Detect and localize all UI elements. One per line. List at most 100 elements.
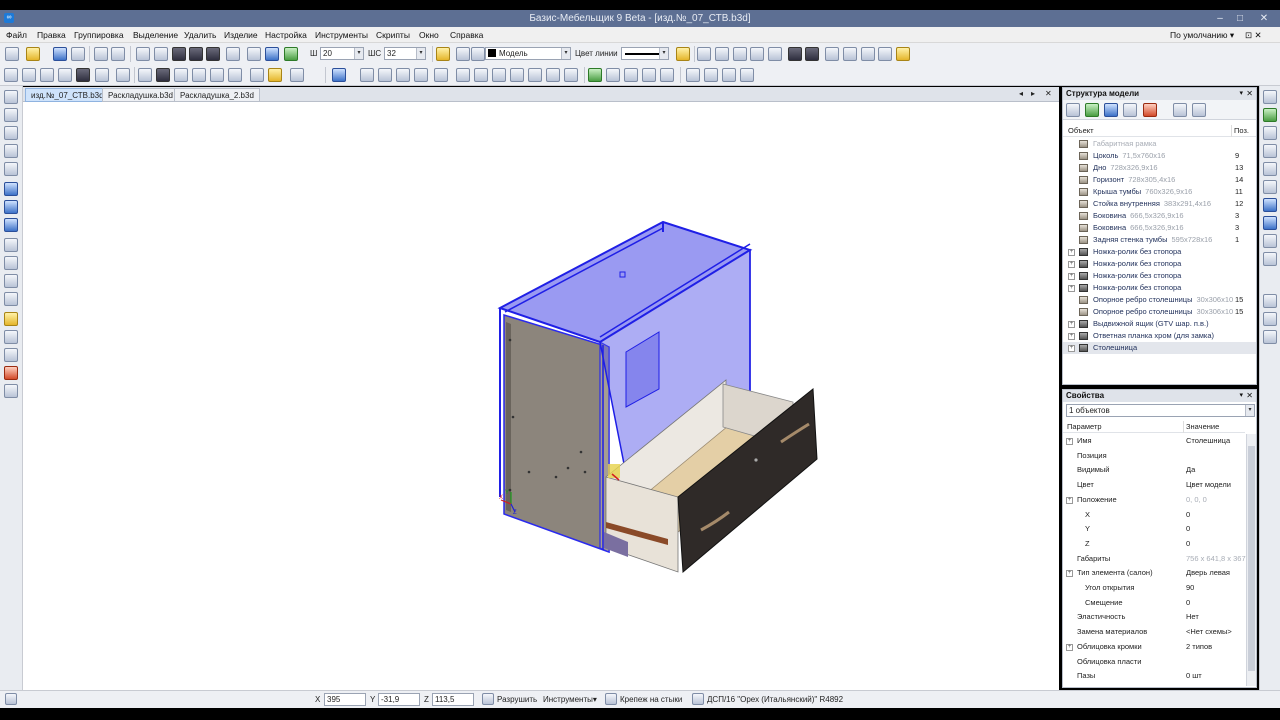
zoom-window-icon[interactable] — [861, 47, 875, 61]
property-row[interactable]: Облицовка пласти — [1063, 655, 1245, 670]
tree-row[interactable]: Дно 728x326,9x16 13 — [1063, 162, 1256, 174]
polyline-tool-icon[interactable] — [378, 68, 392, 82]
property-value[interactable]: Нет — [1186, 610, 1199, 625]
right-tool-6-icon[interactable] — [1263, 180, 1277, 194]
cursor-icon[interactable] — [265, 47, 279, 61]
property-row[interactable]: Пазы 0 шт — [1063, 669, 1245, 684]
property-row[interactable]: Габариты 756 x 641,8 x 367 — [1063, 552, 1246, 567]
bulb-icon[interactable] — [456, 47, 470, 61]
property-value[interactable]: 0 — [1186, 537, 1190, 552]
props-scrollbar[interactable] — [1246, 434, 1256, 686]
panel-tool-1-icon[interactable] — [4, 90, 18, 104]
snap-mid-icon[interactable] — [624, 68, 638, 82]
coord-y-input[interactable]: -31,9 — [378, 693, 420, 706]
cut-icon[interactable] — [697, 47, 711, 61]
step-input[interactable]: 20 ▾ — [320, 47, 364, 60]
right-tool-1-icon[interactable] — [1263, 90, 1277, 104]
property-value[interactable]: 756 x 641,8 x 367 — [1186, 552, 1246, 567]
tree-settings-icon[interactable] — [1066, 103, 1080, 117]
pin-icon[interactable]: ▾ — [1239, 88, 1243, 100]
hint-icon[interactable] — [896, 47, 910, 61]
material-label[interactable]: ДСП/16 "Орех (Итальянский)" R4892 — [707, 695, 843, 704]
dimension-tool-icon[interactable] — [456, 68, 470, 82]
right-tool-11-icon[interactable] — [1263, 294, 1277, 308]
property-row[interactable]: Z0 — [1063, 537, 1245, 552]
property-value[interactable]: Столешница — [1186, 434, 1230, 449]
tree-row[interactable]: + Ножка-ролик без стопора — [1063, 258, 1256, 270]
tree-row[interactable]: Габаритная рамка — [1063, 138, 1256, 150]
view-front-icon[interactable] — [4, 68, 18, 82]
tree-add-icon[interactable] — [1085, 103, 1099, 117]
new-file-icon[interactable] — [5, 47, 19, 61]
line-mode-icon[interactable] — [172, 47, 186, 61]
panel-tool-8-icon[interactable] — [4, 218, 18, 232]
panel-icon[interactable] — [715, 47, 729, 61]
right-tool-10-icon[interactable] — [1263, 252, 1277, 266]
snap-center-icon[interactable] — [642, 68, 656, 82]
grid-step-input[interactable]: 32 ▾ — [384, 47, 426, 60]
trim-tool-icon[interactable] — [564, 68, 578, 82]
panel-tool-17-icon[interactable] — [4, 384, 18, 398]
panel-tool-2-icon[interactable] — [4, 108, 18, 122]
expand-icon[interactable]: + — [1066, 438, 1073, 445]
props-scroll-thumb[interactable] — [1248, 446, 1255, 671]
tree-row[interactable]: + Ножка-ролик без стопора — [1063, 246, 1256, 258]
paint-icon[interactable] — [676, 47, 690, 61]
right-tool-13-icon[interactable] — [1263, 330, 1277, 344]
property-row[interactable]: X0 — [1063, 508, 1245, 523]
menu-tools[interactable]: Инструменты — [315, 30, 368, 40]
tree-edit-icon[interactable] — [1123, 103, 1137, 117]
expand-icon[interactable]: + — [1068, 285, 1075, 292]
line-tool-icon[interactable] — [360, 68, 374, 82]
render-wire-icon[interactable] — [174, 68, 188, 82]
sum-icon[interactable] — [750, 47, 764, 61]
zoom-in-icon[interactable] — [704, 68, 718, 82]
menu-product[interactable]: Изделие — [224, 30, 258, 40]
table-icon[interactable] — [843, 47, 857, 61]
right-tool-3-icon[interactable] — [1263, 126, 1277, 140]
render-solid-icon[interactable] — [138, 68, 152, 82]
line-style-select[interactable]: ▾ — [621, 47, 669, 60]
tree-row[interactable]: Боковина 666,5x326,9x16 3 — [1063, 210, 1256, 222]
tab-doc-3[interactable]: Раскладушка_2.b3d — [174, 88, 260, 102]
layout-preset-dropdown[interactable]: По умолчанию ▾ — [1170, 30, 1234, 41]
lock-icon[interactable] — [471, 47, 485, 61]
menu-settings[interactable]: Настройка — [265, 30, 307, 40]
script-edit-icon[interactable] — [805, 47, 819, 61]
right-tool-8-icon[interactable] — [1263, 216, 1277, 230]
close-panel-icon[interactable]: ✕ — [1246, 88, 1253, 100]
expand-icon[interactable]: + — [1068, 273, 1075, 280]
property-value[interactable]: 0 — [1186, 522, 1190, 537]
tree-row[interactable]: Опорное ребро столешницы 30x306x10 15 — [1063, 294, 1256, 306]
tree-row[interactable]: + Столешница — [1063, 342, 1256, 354]
tree-visibility-icon[interactable] — [1192, 103, 1206, 117]
property-value[interactable]: Дверь левая — [1186, 566, 1230, 581]
close-panel-icon[interactable]: ✕ — [1246, 390, 1253, 402]
property-value[interactable]: Цвет модели — [1186, 478, 1231, 493]
panel-tool-4-icon[interactable] — [4, 144, 18, 158]
property-row[interactable]: Y0 — [1063, 522, 1245, 537]
image-icon[interactable] — [825, 47, 839, 61]
property-value[interactable]: 0 — [1186, 508, 1190, 523]
circle-tool-icon[interactable] — [396, 68, 410, 82]
property-value[interactable]: <Нет схемы> — [1186, 625, 1232, 640]
tree-help-icon[interactable] — [1104, 103, 1118, 117]
snap-icon[interactable] — [136, 47, 150, 61]
save-icon[interactable] — [53, 47, 67, 61]
view-left-icon[interactable] — [40, 68, 54, 82]
expand-icon[interactable]: + — [1068, 321, 1075, 328]
tree-row[interactable]: Крыша тумбы 760x326,9x16 11 — [1063, 186, 1256, 198]
lights-icon[interactable] — [250, 68, 264, 82]
grid-icon[interactable] — [154, 47, 168, 61]
light-icon[interactable] — [436, 47, 450, 61]
redo-icon[interactable] — [111, 47, 125, 61]
view-right-icon[interactable] — [58, 68, 72, 82]
menu-window[interactable]: Окно — [419, 30, 439, 40]
snap-grid-icon[interactable] — [588, 68, 602, 82]
property-row[interactable]: Смещение 0 — [1063, 596, 1245, 611]
align-icon[interactable] — [247, 47, 261, 61]
array-tool-icon[interactable] — [528, 68, 542, 82]
tree-remove-icon[interactable] — [1143, 103, 1157, 117]
trace-icon[interactable] — [206, 47, 220, 61]
menu-select[interactable]: Выделение — [133, 30, 178, 40]
